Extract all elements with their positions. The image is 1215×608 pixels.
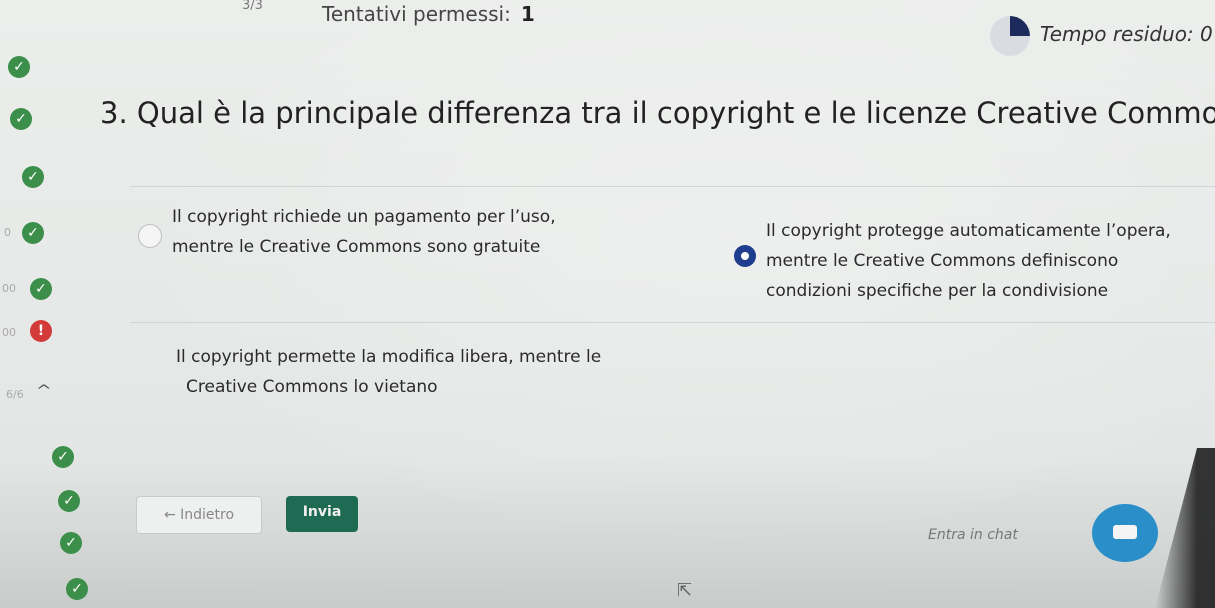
option-c-line1: Il copyright permette la modifica libera… (176, 347, 602, 367)
divider (130, 322, 1215, 323)
question-1-check-icon[interactable]: ✓ (8, 56, 30, 78)
timer-pie-icon (990, 16, 1030, 56)
question-nav-sidebar: ✓ ✓ ✓ 0 ✓ 00 ✓ 00 ! 6/6 ^ ✓ ✓ ✓ ✓ (0, 0, 100, 608)
question-5-check-icon[interactable]: ✓ (30, 278, 52, 300)
back-button[interactable]: ← Indietro (136, 496, 262, 534)
question-2-check-icon[interactable]: ✓ (10, 108, 32, 130)
option-a-radio[interactable] (138, 224, 162, 248)
section-progress: 6/6 (6, 388, 24, 401)
screen-edge-shadow (1155, 448, 1215, 608)
mouse-cursor-icon: ⇱ (677, 580, 693, 601)
option-a[interactable]: Il copyright richiede un pagamento per l… (172, 202, 556, 262)
collapse-chevron-icon[interactable]: ^ (36, 383, 52, 399)
option-b-line1: Il copyright protegge automaticamente l’… (766, 221, 1171, 241)
question-3-check-icon[interactable]: ✓ (22, 166, 44, 188)
option-b-line3: condizioni specifiche per la condivision… (766, 281, 1109, 301)
question-8-check-icon[interactable]: ✓ (58, 490, 80, 512)
option-b-radio[interactable] (734, 245, 756, 267)
attempts-info: 3/3 Tentativi permessi: 1 (242, 0, 535, 26)
option-c-line2: Creative Commons lo vietano (186, 377, 438, 397)
chat-label[interactable]: Entra in chat (928, 527, 1018, 543)
time-remaining: Tempo residuo: 0 (990, 12, 1215, 56)
question-6-warning-icon[interactable]: ! (30, 320, 52, 342)
sidebar-number: 00 (2, 326, 16, 339)
divider (130, 186, 1215, 187)
option-b[interactable]: Il copyright protegge automaticamente l’… (766, 216, 1171, 306)
option-a-line1: Il copyright richiede un pagamento per l… (172, 207, 556, 227)
question-7-check-icon[interactable]: ✓ (52, 446, 74, 468)
chat-button[interactable] (1092, 504, 1158, 562)
time-remaining-label: Tempo residuo: 0 (1040, 22, 1213, 46)
option-a-line2: mentre le Creative Commons sono gratuite (172, 237, 541, 257)
attempts-label: Tentativi permessi: (322, 2, 511, 26)
option-b-line2: mentre le Creative Commons definiscono (766, 251, 1119, 271)
question-10-check-icon[interactable]: ✓ (66, 578, 88, 600)
question-title: 3. Qual è la principale differenza tra i… (100, 96, 1215, 130)
attempts-value: 1 (520, 2, 535, 26)
option-c[interactable]: Il copyright permette la modifica libera… (176, 342, 601, 402)
submit-button[interactable]: Invia (286, 496, 358, 532)
chat-bubble-icon (1113, 525, 1137, 539)
prev-page-fragment: 3/3 (242, 0, 263, 13)
sidebar-number: 0 (4, 226, 11, 239)
sidebar-number: 00 (2, 282, 16, 295)
question-9-check-icon[interactable]: ✓ (60, 532, 82, 554)
question-4-check-icon[interactable]: ✓ (22, 222, 44, 244)
